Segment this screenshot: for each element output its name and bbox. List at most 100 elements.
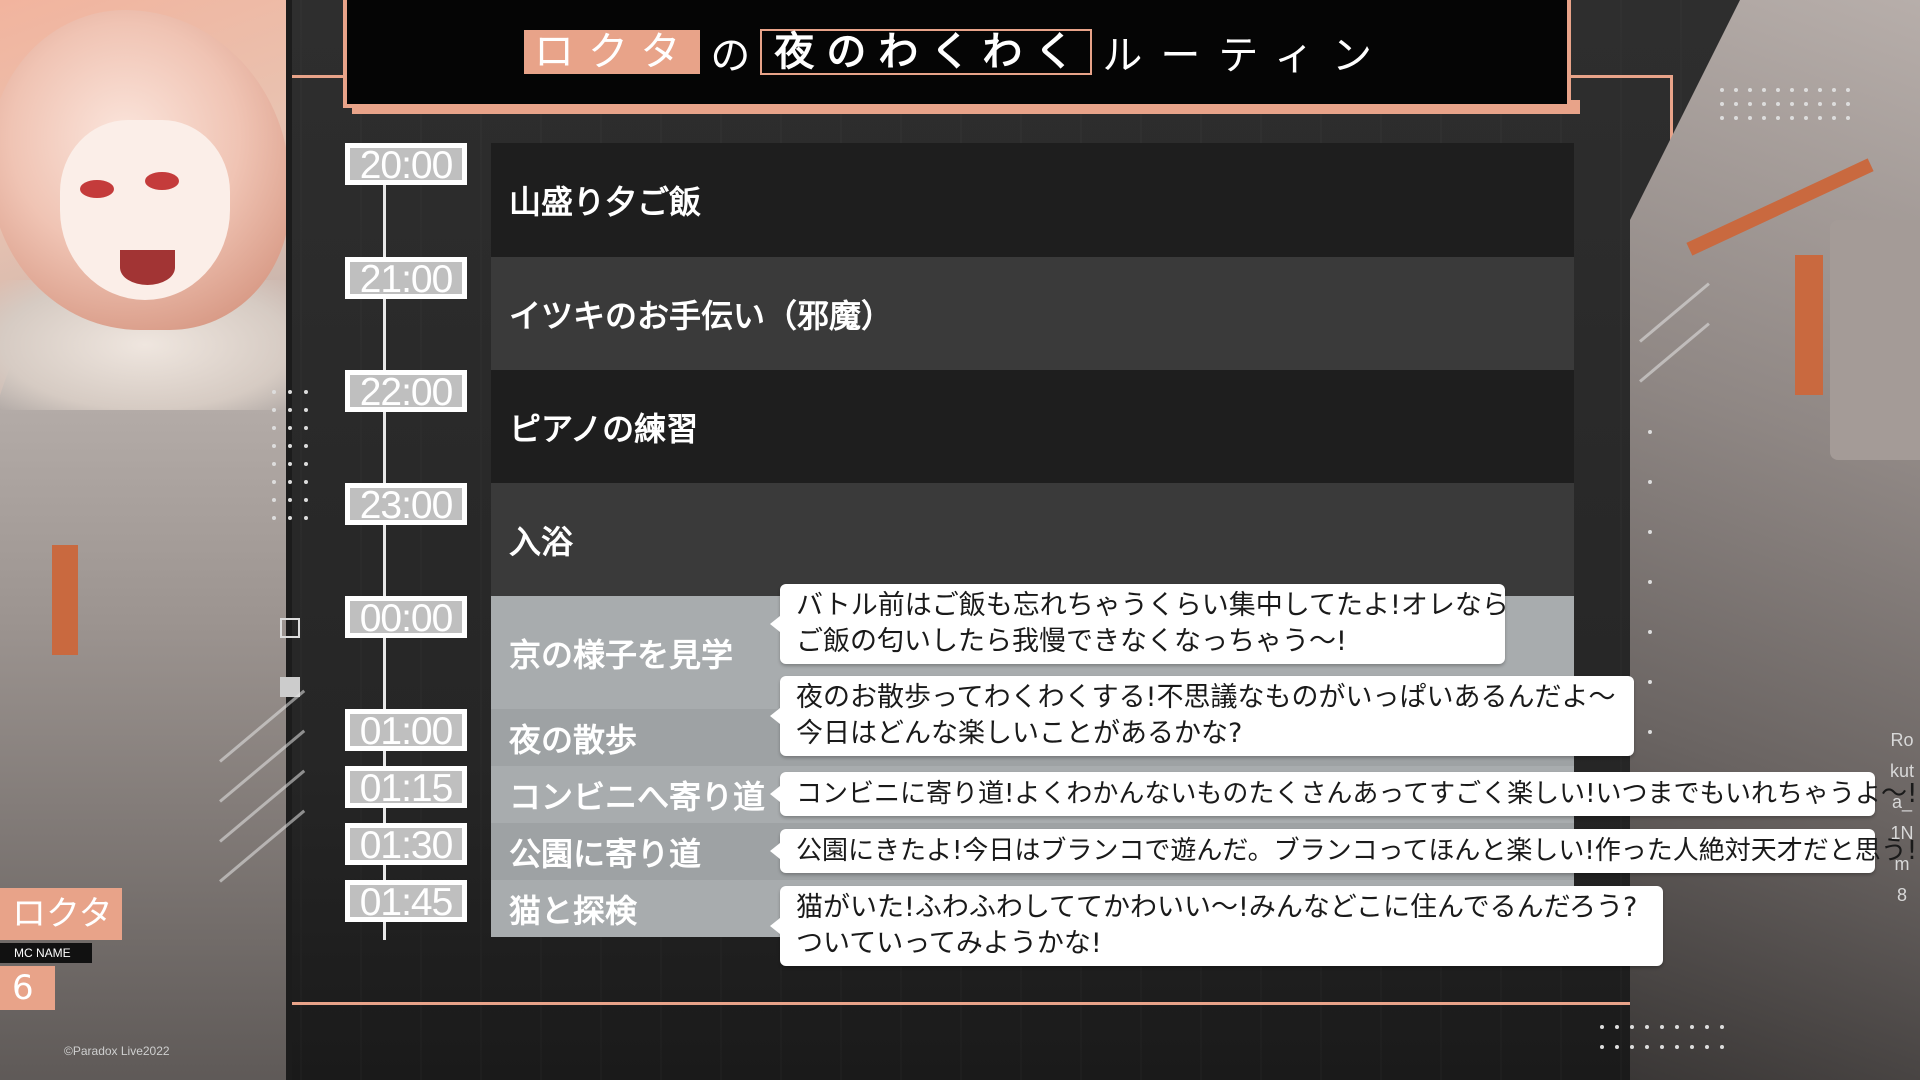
decorative-dot	[272, 498, 276, 502]
decorative-dot	[1776, 116, 1780, 120]
decorative-dot	[1705, 1045, 1709, 1049]
decorative-dot	[1818, 116, 1822, 120]
activity-label: 京の様子を見学	[509, 635, 734, 674]
decorative-dot	[1648, 430, 1652, 434]
dot-grid-bottom	[1600, 1025, 1740, 1055]
dot-grid-right-side	[1648, 430, 1658, 760]
schedule-row: 山盛り夕ご飯	[491, 143, 1574, 257]
speech-bubble: コンビニに寄り道!よくわかんないものたくさんあってすごく楽しい!いつまでもいれち…	[770, 772, 1917, 816]
time-text: 01:45	[350, 883, 462, 922]
bubble-line: 夜のお散歩ってわくわくする!不思議なものがいっぱいあるんだよ〜	[796, 682, 1616, 713]
decorative-dot	[304, 516, 308, 520]
decorative-dot	[1734, 102, 1738, 106]
character-eye-right	[145, 172, 179, 190]
decorative-dot	[288, 408, 292, 412]
activity-label: 入浴	[509, 522, 574, 561]
decorative-dot	[1804, 102, 1808, 106]
decorative-dot	[1790, 116, 1794, 120]
decorative-dot	[1818, 88, 1822, 92]
mc-number-badge: 6	[0, 966, 55, 1010]
decorative-dot	[272, 516, 276, 520]
decorative-dot	[1705, 1025, 1709, 1029]
bubble-line: 公園にきたよ!今日はブランコで遊んだ。ブランコってほんと楽しい!作った人絶対天才…	[796, 836, 1918, 866]
decorative-dot	[1648, 730, 1652, 734]
decorative-dot	[272, 444, 276, 448]
bubble-line: ついていってみようかな!	[796, 928, 1102, 959]
jacket-pocket	[1830, 220, 1920, 460]
decorative-dot	[304, 462, 308, 466]
decorative-dot	[1734, 88, 1738, 92]
time-text: 00:00	[350, 599, 462, 638]
decorative-dot	[1846, 88, 1850, 92]
dot-grid-left	[272, 390, 312, 530]
bubble-line: 猫がいた!ふわふわしててかわいい〜!みんなどこに住んでるんだろう?	[796, 892, 1638, 923]
schedule-row: イツキのお手伝い（邪魔）	[491, 257, 1574, 370]
decorative-dot	[1660, 1045, 1664, 1049]
decorative-dot	[1648, 580, 1652, 584]
decorative-dot	[1762, 102, 1766, 106]
decorative-dot	[1748, 88, 1752, 92]
left-panel-edge	[286, 0, 292, 1080]
character-jacket	[0, 300, 290, 1080]
decorative-dot	[1734, 116, 1738, 120]
bubble-line: バトル前はご飯も忘れちゃうくらい集中してたよ!オレなら	[796, 590, 1509, 621]
time-label: 22:00	[345, 370, 467, 412]
decorative-dot	[1645, 1045, 1649, 1049]
bubble-line: 今日はどんな楽しいことがあるかな?	[796, 718, 1243, 749]
decorative-dot	[1690, 1025, 1694, 1029]
decorative-dot	[288, 426, 292, 430]
activity-label: ピアノの練習	[509, 409, 699, 448]
time-text: 23:00	[350, 486, 462, 525]
time-text: 01:30	[350, 826, 462, 865]
activity-label: コンビニへ寄り道	[509, 777, 766, 816]
decorative-dot	[304, 444, 308, 448]
decorative-dot	[1720, 1025, 1724, 1029]
mc-name-badge: ロクタ	[0, 888, 122, 940]
decorative-dot	[304, 498, 308, 502]
decorative-dot	[1648, 530, 1652, 534]
decorative-dot	[1776, 88, 1780, 92]
decorative-dot	[272, 480, 276, 484]
schedule-row: 入浴	[491, 483, 1574, 596]
decorative-dot	[1818, 102, 1822, 106]
decorative-dot	[1748, 102, 1752, 106]
time-label: 20:00	[345, 143, 467, 185]
decorative-dot	[1804, 116, 1808, 120]
decorative-dot	[304, 408, 308, 412]
decorative-dot	[1720, 116, 1724, 120]
decorative-dot	[288, 462, 292, 466]
decorative-dot	[288, 480, 292, 484]
activity-label: 猫と探検	[509, 891, 638, 930]
decorative-dot	[1645, 1025, 1649, 1029]
title-character-name: ロクタ	[523, 30, 701, 74]
schedule-row: ピアノの練習	[491, 370, 1574, 483]
time-label: 01:00	[345, 709, 467, 751]
decorative-dot	[272, 462, 276, 466]
decorative-dot	[1615, 1045, 1619, 1049]
time-label: 00:00	[345, 596, 467, 638]
copyright-text: ©Paradox Live2022	[64, 1044, 170, 1058]
right-character-art	[1630, 0, 1920, 1080]
page-title: ロクタ の 夜のわくわく ルーティン	[343, 0, 1571, 108]
bubble-line: ご飯の匂いしたら我慢できなくなっちゃう〜!	[796, 626, 1347, 657]
time-label: 01:45	[345, 880, 467, 922]
decorative-dot	[1600, 1025, 1604, 1029]
decorative-dot	[1790, 88, 1794, 92]
mc-name-label: MC NAME	[0, 943, 92, 963]
decorative-dot	[1675, 1025, 1679, 1029]
decorative-dot	[272, 426, 276, 430]
decorative-dot	[1762, 116, 1766, 120]
title-highlight: 夜のわくわく	[760, 29, 1093, 75]
time-text: 20:00	[350, 146, 462, 185]
jacket-tag	[52, 545, 78, 655]
decorative-dot	[1776, 102, 1780, 106]
outline-square-ornament	[280, 618, 300, 638]
speech-bubble: 公園にきたよ!今日はブランコで遊んだ。ブランコってほんと楽しい!作った人絶対天才…	[770, 829, 1918, 873]
character-eye-left	[80, 180, 114, 198]
decorative-dot	[288, 516, 292, 520]
activity-label: イツキのお手伝い（邪魔）	[509, 296, 894, 335]
decorative-dot	[1720, 102, 1724, 106]
decorative-dot	[288, 390, 292, 394]
decorative-dot	[1804, 88, 1808, 92]
decorative-dot	[1690, 1045, 1694, 1049]
